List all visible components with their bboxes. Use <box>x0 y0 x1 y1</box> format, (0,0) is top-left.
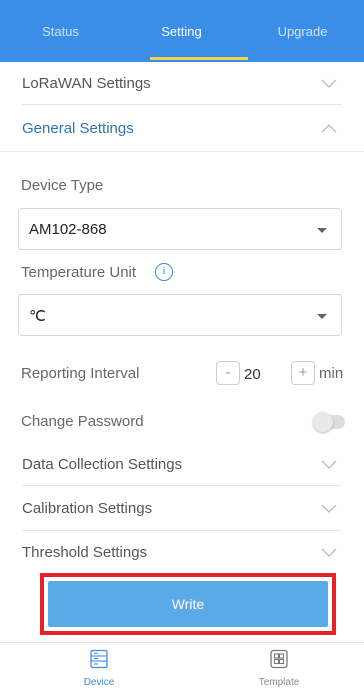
temperature-unit-value: ℃ <box>29 308 46 325</box>
section-title: Data Collection Settings <box>22 455 183 473</box>
section-lorawan-settings[interactable]: LoRaWAN Settings <box>0 62 364 104</box>
section-general-settings[interactable]: General Settings <box>0 105 364 151</box>
bottom-navigation: Device Template <box>0 642 364 692</box>
info-icon[interactable]: i <box>155 263 173 281</box>
tab-upgrade[interactable]: Upgrade <box>242 0 363 62</box>
tab-setting-label: Setting <box>161 23 202 39</box>
section-data-collection-settings[interactable]: Data Collection Settings <box>0 443 364 485</box>
decrement-button[interactable]: - <box>216 361 240 385</box>
nav-label-template: Template <box>258 677 300 688</box>
nav-label-device: Device <box>83 677 115 688</box>
reporting-interval-value[interactable]: 20 <box>244 366 261 383</box>
section-title: LoRaWAN Settings <box>22 74 151 92</box>
tab-setting[interactable]: Setting <box>121 0 242 62</box>
reporting-interval-label: Reporting Interval <box>21 365 140 382</box>
change-password-toggle[interactable] <box>313 412 345 432</box>
device-icon <box>90 649 108 669</box>
device-type-value: AM102-868 <box>29 221 107 238</box>
write-button-highlight: Write <box>40 573 336 635</box>
divider <box>0 151 364 152</box>
section-title: General Settings <box>22 119 134 137</box>
toggle-knob <box>313 412 333 432</box>
section-title: Threshold Settings <box>22 543 148 561</box>
section-calibration-settings[interactable]: Calibration Settings <box>0 486 364 530</box>
device-type-select[interactable]: AM102-868 <box>18 208 342 250</box>
chevron-down-icon <box>321 504 337 513</box>
chevron-down-icon <box>321 79 337 88</box>
write-button-label: Write <box>171 596 205 612</box>
chevron-down-icon <box>321 548 337 557</box>
temperature-unit-select[interactable]: ℃ <box>18 294 342 336</box>
chevron-up-icon <box>321 124 337 133</box>
temperature-unit-label: Temperature Unit <box>21 264 137 281</box>
nav-item-template[interactable]: Template <box>239 649 319 688</box>
write-button[interactable]: Write <box>48 581 328 627</box>
tab-status[interactable]: Status <box>0 0 121 62</box>
top-tab-bar: Status Setting Upgrade <box>0 0 364 62</box>
caret-down-icon <box>317 314 327 319</box>
template-icon <box>270 649 288 669</box>
caret-down-icon <box>317 228 327 233</box>
reporting-interval-unit: min <box>319 365 344 382</box>
increment-button[interactable]: + <box>291 361 315 385</box>
tab-upgrade-label: Upgrade <box>277 23 328 39</box>
chevron-down-icon <box>321 460 337 469</box>
device-type-label: Device Type <box>21 177 104 194</box>
section-title: Calibration Settings <box>22 499 153 517</box>
section-threshold-settings[interactable]: Threshold Settings <box>0 531 364 573</box>
nav-item-device[interactable]: Device <box>59 649 139 688</box>
change-password-label: Change Password <box>21 413 144 430</box>
active-tab-indicator <box>150 57 248 60</box>
tab-status-label: Status <box>42 23 79 39</box>
